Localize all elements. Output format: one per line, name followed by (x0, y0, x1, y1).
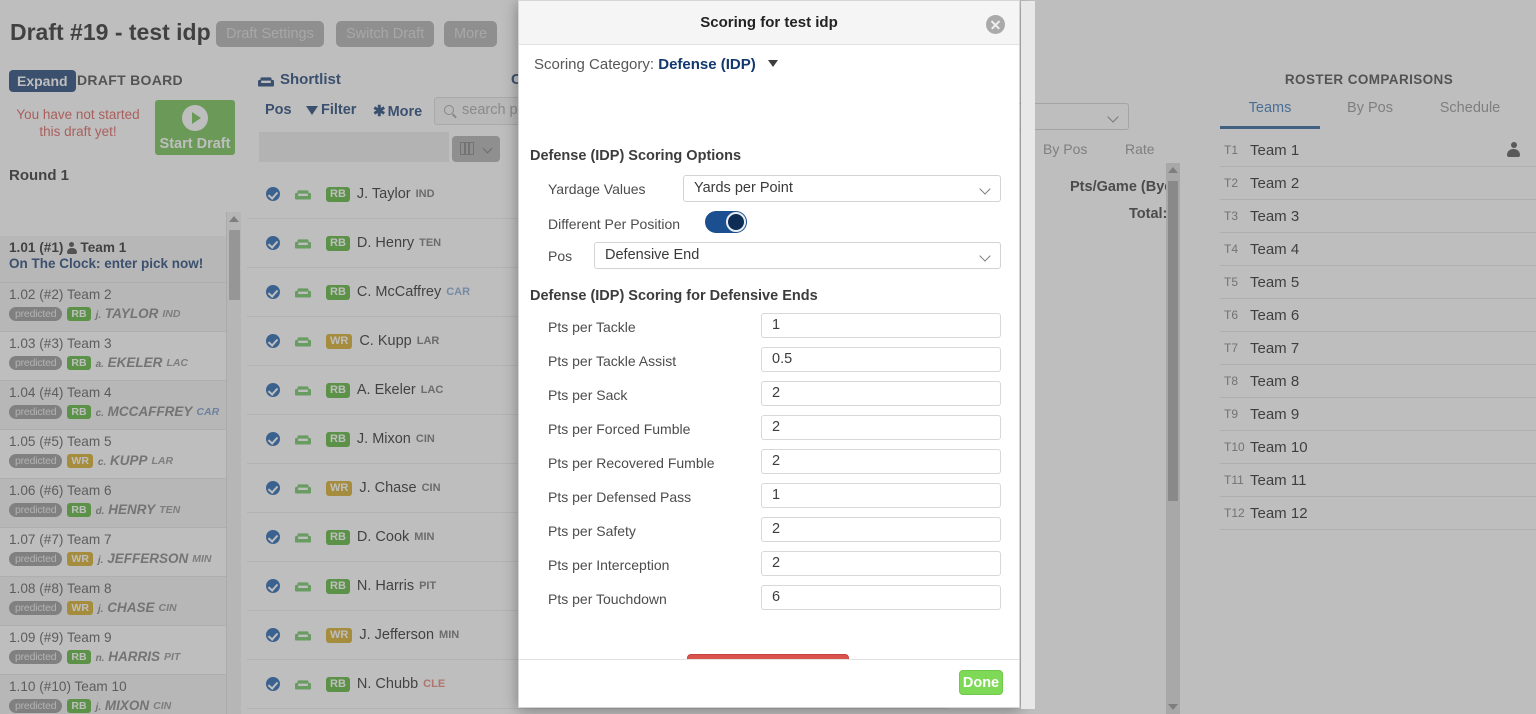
scoring-field-row: Pts per Recovered Fumble 2 (519, 449, 1021, 483)
scoring-field-value: 2 (772, 453, 781, 469)
done-button[interactable]: Done (959, 670, 1003, 695)
scoring-category-row: Scoring Category: Defense (IDP) (534, 56, 778, 73)
pos-row: Pos Defensive End (519, 242, 1021, 276)
scoring-field-input[interactable]: 2 (761, 517, 1001, 542)
scoring-field-value: 1 (772, 487, 781, 503)
chevron-down-icon (979, 183, 991, 195)
scoring-field-value: 1 (772, 317, 781, 333)
yardage-values-select[interactable]: Yards per Point (683, 175, 1001, 202)
scoring-field-row: Pts per Interception 2 (519, 551, 1021, 585)
scoring-field-row: Pts per Touchdown 6 (519, 585, 1021, 619)
pos-label: Pos (548, 248, 573, 264)
scoring-field-input[interactable]: 2 (761, 551, 1001, 576)
scoring-field-label: Pts per Safety (548, 523, 636, 539)
yardage-values-value: Yards per Point (694, 180, 793, 196)
toggle-knob (726, 212, 746, 232)
scoring-field-value: 0.5 (772, 351, 793, 367)
modal-scrollbar[interactable] (1021, 1, 1035, 709)
app-root: Draft #19 - test idp Draft Settings Swit… (0, 0, 1536, 714)
scoring-category-label: Scoring Category: (534, 56, 655, 73)
scoring-fields-heading: Defense (IDP) Scoring for Defensive Ends (530, 288, 818, 304)
scoring-field-row: Pts per Tackle Assist 0.5 (519, 347, 1021, 381)
scoring-field-value: 2 (772, 385, 781, 401)
scoring-field-input[interactable]: 2 (761, 415, 1001, 440)
scoring-field-label: Pts per Defensed Pass (548, 489, 692, 505)
close-icon[interactable] (986, 15, 1005, 34)
scoring-field-label: Pts per Tackle Assist (548, 353, 677, 369)
scoring-field-value: 2 (772, 419, 781, 435)
scoring-modal: Scoring for test idp Scoring Category: D… (518, 0, 1035, 709)
scoring-field-input[interactable]: 1 (761, 483, 1001, 508)
modal-header: Scoring for test idp (519, 1, 1019, 45)
scoring-field-row: Pts per Forced Fumble 2 (519, 415, 1021, 449)
pos-select[interactable]: Defensive End (594, 242, 1001, 269)
chevron-down-icon (979, 250, 991, 262)
different-per-position-toggle[interactable] (705, 211, 747, 233)
scoring-field-row: Pts per Defensed Pass 1 (519, 483, 1021, 517)
scoring-field-label: Pts per Sack (548, 387, 628, 403)
scoring-field-value: 6 (772, 589, 781, 605)
different-per-position-label: Different Per Position (548, 216, 681, 232)
caret-down-icon[interactable] (767, 60, 778, 67)
modal-title: Scoring for test idp (700, 14, 838, 31)
yardage-values-label: Yardage Values (548, 181, 646, 197)
scoring-field-row: Pts per Sack 2 (519, 381, 1021, 415)
scoring-field-value: 2 (772, 555, 781, 571)
scoring-field-label: Pts per Tackle (548, 319, 636, 335)
scoring-field-label: Pts per Forced Fumble (548, 421, 691, 437)
scoring-field-value: 2 (772, 521, 781, 537)
scoring-field-label: Pts per Interception (548, 557, 670, 573)
scoring-field-label: Pts per Recovered Fumble (548, 455, 715, 471)
scoring-field-input[interactable]: 2 (761, 381, 1001, 406)
scoring-field-row: Pts per Tackle 1 (519, 313, 1021, 347)
scoring-field-input[interactable]: 6 (761, 585, 1001, 610)
modal-body: Scoring Category: Defense (IDP) Defense … (519, 45, 1021, 681)
scoring-category-value[interactable]: Defense (IDP) (658, 56, 756, 73)
scoring-options-heading: Defense (IDP) Scoring Options (530, 148, 742, 164)
different-per-position-row: Different Per Position (519, 210, 1021, 244)
scoring-field-row: Pts per Safety 2 (519, 517, 1021, 551)
scoring-field-input[interactable]: 1 (761, 313, 1001, 338)
yardage-values-row: Yardage Values Yards per Point (519, 175, 1021, 209)
scoring-field-label: Pts per Touchdown (548, 591, 667, 607)
scoring-field-input[interactable]: 0.5 (761, 347, 1001, 372)
modal-footer: Done (519, 659, 1019, 707)
scoring-field-input[interactable]: 2 (761, 449, 1001, 474)
pos-value: Defensive End (605, 247, 700, 263)
